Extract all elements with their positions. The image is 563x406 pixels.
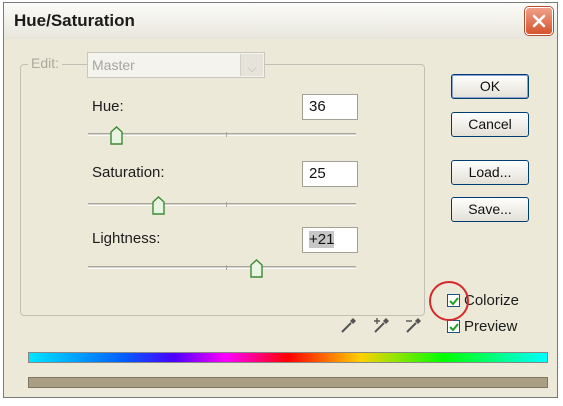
lightness-input[interactable]: +21 [302, 227, 358, 253]
close-button[interactable] [525, 7, 553, 35]
hue-slider-thumb[interactable] [110, 126, 123, 145]
slider-center-tick [226, 265, 227, 270]
slider-center-tick [226, 132, 227, 137]
save-button[interactable]: Save... [451, 197, 529, 222]
close-icon [532, 14, 546, 28]
eyedropper-minus-icon[interactable] [404, 315, 424, 335]
hue-slider-track[interactable] [88, 132, 356, 137]
eyedropper-plus-icon[interactable] [372, 315, 392, 335]
hue-input[interactable]: 36 [302, 94, 358, 120]
dropdown-arrow[interactable]: ⌵ [240, 54, 263, 76]
colorize-checkbox[interactable] [447, 294, 460, 307]
lightness-slider-thumb[interactable] [250, 259, 263, 278]
colorized-result-bar [28, 377, 548, 388]
hue-label: Hue: [92, 98, 124, 115]
slider-center-tick [226, 202, 227, 207]
colorize-label: Colorize [464, 292, 520, 309]
dialog-title: Hue/Saturation [14, 11, 135, 30]
saturation-slider-track[interactable] [88, 202, 356, 207]
edit-dropdown-value: Master [92, 57, 135, 73]
checkmark-icon [449, 297, 459, 306]
edit-label: Edit: [28, 55, 63, 71]
load-button[interactable]: Load... [451, 160, 529, 185]
eyedropper-icon[interactable] [339, 315, 359, 335]
adjustment-group [20, 64, 425, 316]
cancel-button[interactable]: Cancel [451, 112, 529, 137]
saturation-label: Saturation: [92, 164, 165, 181]
hue-spectrum-bar [28, 352, 548, 363]
lightness-slider-track[interactable] [88, 265, 356, 270]
checkmark-icon [449, 323, 459, 332]
preview-label: Preview [464, 318, 518, 335]
lightness-label: Lightness: [92, 230, 161, 247]
preview-checkbox[interactable] [447, 320, 460, 333]
chevron-down-icon: ⌵ [248, 63, 257, 75]
edit-dropdown[interactable]: Master ⌵ [87, 52, 265, 78]
saturation-input[interactable]: 25 [302, 161, 358, 187]
ok-button[interactable]: OK [451, 74, 529, 99]
title-bar[interactable]: Hue/Saturation [4, 3, 557, 39]
saturation-slider-thumb[interactable] [152, 196, 165, 215]
